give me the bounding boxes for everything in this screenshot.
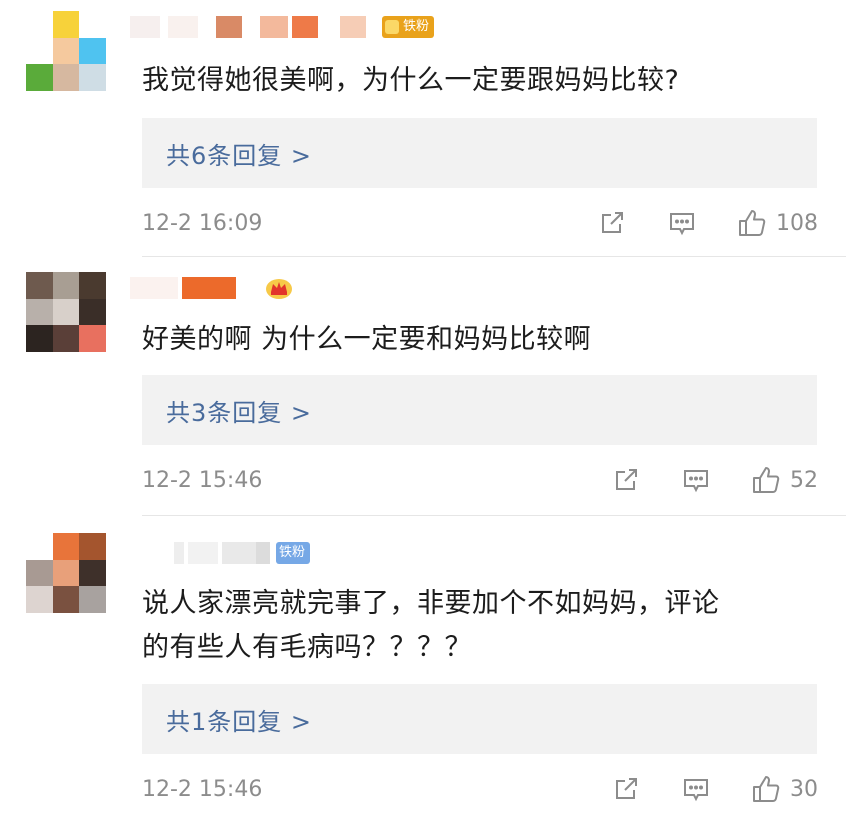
comment-meta: 12-2 15:46 52 xyxy=(142,464,818,496)
badge-label: 铁粉 xyxy=(279,545,306,560)
fan-badge: 铁粉 xyxy=(276,542,311,564)
fan-level-icon xyxy=(385,20,399,34)
avatar[interactable] xyxy=(26,533,106,613)
comment-actions: 108 xyxy=(596,207,818,239)
like-count: 108 xyxy=(776,210,818,236)
comment-text: 我觉得她很美啊，为什么一定要跟妈妈比较? xyxy=(142,65,680,96)
comment-text: 说人家漂亮就完事了，非要加个不如妈妈，评论 的有些人有毛病吗？？？？ xyxy=(142,582,802,670)
comment-text-line: 说人家漂亮就完事了，非要加个不如妈妈，评论 xyxy=(142,588,720,619)
username[interactable]: 铁粉 xyxy=(130,538,311,568)
comment-actions: 52 xyxy=(610,464,818,496)
fan-badge: 铁粉 xyxy=(382,16,435,38)
timestamp: 12-2 15:46 xyxy=(142,467,263,493)
comment-icon[interactable] xyxy=(680,464,712,496)
replies-box: 共3条回复 > xyxy=(142,375,817,445)
thumbs-up-icon[interactable] xyxy=(736,207,768,239)
username[interactable] xyxy=(130,273,294,303)
view-replies-link[interactable]: 共1条回复 > xyxy=(166,702,312,737)
replies-box: 共1条回复 > xyxy=(142,684,817,754)
comment-actions: 30 xyxy=(610,773,818,805)
comment-icon[interactable] xyxy=(666,207,698,239)
share-icon[interactable] xyxy=(610,773,642,805)
comment-text-line: 的有些人有毛病吗？？？？ xyxy=(142,632,472,663)
badge-label: 铁粉 xyxy=(403,19,430,34)
divider xyxy=(142,515,846,516)
like-count: 30 xyxy=(790,776,818,802)
timestamp: 12-2 16:09 xyxy=(142,210,263,236)
divider xyxy=(142,256,846,257)
replies-box: 共6条回复 > xyxy=(142,118,817,188)
view-replies-link[interactable]: 共6条回复 > xyxy=(166,136,312,171)
comment-icon[interactable] xyxy=(680,773,712,805)
comment-meta: 12-2 16:09 108 xyxy=(142,207,818,239)
timestamp: 12-2 15:46 xyxy=(142,776,263,802)
like-count: 52 xyxy=(790,467,818,493)
crown-icon xyxy=(264,275,294,301)
avatar[interactable] xyxy=(26,11,106,91)
view-replies-link[interactable]: 共3条回复 > xyxy=(166,393,312,428)
share-icon[interactable] xyxy=(610,464,642,496)
thumbs-up-icon[interactable] xyxy=(750,464,782,496)
comment-meta: 12-2 15:46 30 xyxy=(142,773,818,805)
thumbs-up-icon[interactable] xyxy=(750,773,782,805)
comment-text: 好美的啊 为什么一定要和妈妈比较啊 xyxy=(142,324,592,355)
avatar[interactable] xyxy=(26,272,106,352)
username[interactable]: 铁粉 xyxy=(130,12,435,42)
share-icon[interactable] xyxy=(596,207,628,239)
